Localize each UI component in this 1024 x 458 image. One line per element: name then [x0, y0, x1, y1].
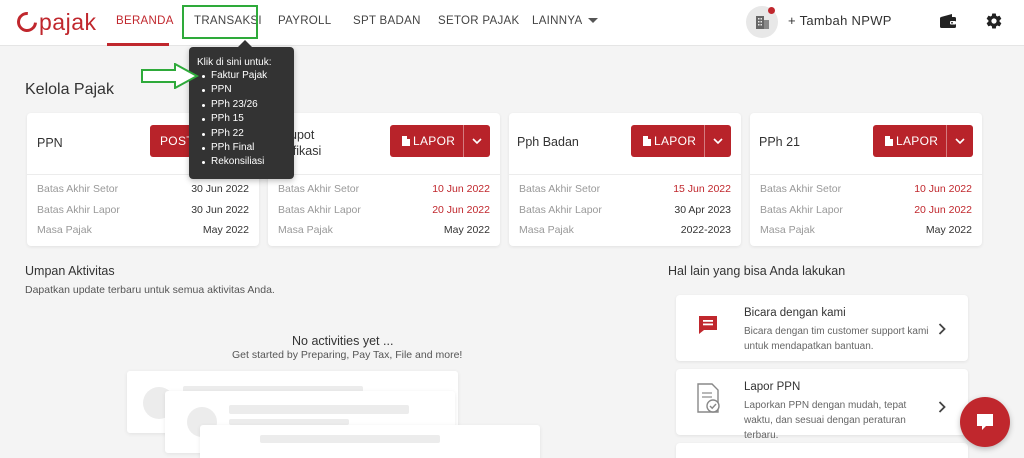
hal-item-desc: Bicara dengan tim customer support kami … — [744, 326, 929, 352]
wallet-icon[interactable] — [939, 13, 957, 34]
no-activities-title: No activities yet ... — [292, 334, 394, 348]
tax-card-name: upot ifikasi — [290, 128, 322, 158]
transaksi-tooltip: Klik di sini untuk: Faktur Pajak PPN PPh… — [189, 40, 294, 179]
tambah-npwp-button[interactable]: + Tambah NPWP — [788, 13, 892, 28]
gear-icon[interactable] — [985, 12, 1003, 35]
chevron-down-icon[interactable] — [464, 138, 490, 144]
lapor-button[interactable]: LAPOR — [631, 125, 732, 157]
hal-lain-title: Hal lain yang bisa Anda lakukan — [668, 264, 846, 278]
tax-card-pph-21: PPh 21 LAPOR Batas Akhir Setor 10 Jun 202… — [750, 113, 982, 246]
tax-card-pph-badan: Pph Badan LAPOR Batas Akhir Setor 15 Jun … — [509, 113, 741, 246]
nav-setor-pajak[interactable]: SETOR PAJAK — [438, 15, 519, 27]
bicara-dengan-kami-card[interactable]: Bicara dengan kami Bicara dengan tim cus… — [676, 295, 968, 361]
card-divider — [268, 174, 500, 175]
notification-dot — [768, 7, 775, 14]
tooltip-item-ppn: PPN — [197, 83, 286, 97]
umpan-aktivitas-subtitle: Dapatkan update terbaru untuk semua akti… — [25, 284, 275, 296]
hal-card-partial[interactable] — [676, 443, 968, 458]
skeleton-card — [200, 425, 540, 458]
logo-mark-icon — [12, 7, 42, 37]
card-divider — [750, 174, 982, 175]
chat-support-button[interactable] — [960, 397, 1010, 447]
lapor-ppn-card[interactable]: Lapor PPN Laporkan PPN dengan mudah, tep… — [676, 369, 968, 441]
card-row-masa: Masa Pajak May 2022 — [278, 224, 490, 236]
card-row-setor: Batas Akhir Setor 15 Jun 2022 — [519, 183, 731, 195]
chevron-right-icon — [938, 401, 946, 413]
lapor-button[interactable]: LAPOR — [873, 125, 974, 157]
document-check-icon — [697, 383, 720, 413]
chevron-right-icon — [938, 323, 946, 335]
document-icon — [402, 136, 410, 146]
logo-text: pajak — [39, 8, 97, 35]
card-row-setor: Batas Akhir Setor 10 Jun 2022 — [278, 183, 490, 195]
tax-card-bupot-unifikasi: upot ifikasi LAPOR Batas Akhir Setor 10 J… — [268, 113, 500, 246]
chevron-down-icon[interactable] — [947, 138, 973, 144]
top-navbar: pajak BERANDA TRANSAKSI PAYROLL SPT BADA… — [0, 0, 1024, 46]
nav-payroll[interactable]: PAYROLL — [278, 15, 331, 27]
tooltip-arrow — [238, 40, 252, 47]
document-icon — [885, 136, 893, 146]
umpan-aktivitas-title: Umpan Aktivitas — [25, 264, 115, 278]
tooltip-item-pph-23-26: PPh 23/26 — [197, 98, 286, 112]
tax-card-name: Pph Badan — [517, 135, 579, 149]
lapor-button[interactable]: LAPOR — [390, 125, 491, 157]
hal-item-title: Lapor PPN — [744, 381, 801, 393]
chat-bubble-icon — [977, 414, 993, 430]
tooltip-list: Faktur Pajak PPN PPh 23/26 PPh 15 PPh 22… — [197, 69, 286, 170]
lapor-button-label: LAPOR — [654, 134, 697, 148]
active-tab-indicator — [107, 43, 169, 46]
tooltip-item-pph-15: PPh 15 — [197, 112, 286, 126]
nav-lainnya-label: LAINNYA — [532, 15, 583, 27]
building-icon — [756, 16, 769, 29]
nav-beranda[interactable]: BERANDA — [116, 15, 174, 27]
hal-item-title: Bicara dengan kami — [744, 307, 846, 319]
chat-icon — [699, 316, 717, 334]
lapor-button-label: LAPOR — [896, 134, 939, 148]
card-row-setor: Batas Akhir Setor 30 Jun 2022 — [37, 183, 249, 195]
card-row-masa: Masa Pajak 2022-2023 — [519, 224, 731, 236]
chevron-down-icon — [588, 18, 599, 24]
card-row-setor: Batas Akhir Setor 10 Jun 2022 — [760, 183, 972, 195]
tooltip-item-faktur-pajak: Faktur Pajak — [197, 69, 286, 83]
card-row-lapor: Batas Akhir Lapor 30 Apr 2023 — [519, 204, 731, 216]
card-divider — [509, 174, 741, 175]
tooltip-item-pph-final: PPh Final — [197, 141, 286, 155]
hal-item-desc: Laporkan PPN dengan mudah, tepat waktu, … — [744, 400, 907, 441]
document-icon — [643, 136, 651, 146]
tax-card-name: PPN — [37, 136, 63, 150]
tooltip-title: Klik di sini untuk: — [197, 57, 272, 68]
tooltip-item-pph-22: PPh 22 — [197, 127, 286, 141]
card-row-masa: Masa Pajak May 2022 — [760, 224, 972, 236]
card-row-lapor: Batas Akhir Lapor 20 Jun 2022 — [278, 204, 490, 216]
tooltip-item-rekonsiliasi: Rekonsiliasi — [197, 155, 286, 169]
card-row-lapor: Batas Akhir Lapor 20 Jun 2022 — [760, 204, 972, 216]
nav-spt-badan[interactable]: SPT BADAN — [353, 15, 421, 27]
tax-card-name: PPh 21 — [759, 135, 801, 149]
chevron-down-icon[interactable] — [705, 138, 731, 144]
card-row-lapor: Batas Akhir Lapor 30 Jun 2022 — [37, 204, 249, 216]
lapor-button-label: LAPOR — [413, 134, 456, 148]
no-activities-subtitle: Get started by Preparing, Pay Tax, File … — [232, 349, 463, 361]
kelola-pajak-title: Kelola Pajak — [25, 81, 114, 98]
transaksi-highlight-box — [182, 5, 258, 39]
nav-lainnya[interactable]: LAINNYA — [532, 15, 599, 27]
card-row-masa: Masa Pajak May 2022 — [37, 224, 249, 236]
pajak-logo[interactable]: pajak — [12, 7, 97, 37]
green-arrow-icon — [141, 63, 199, 89]
